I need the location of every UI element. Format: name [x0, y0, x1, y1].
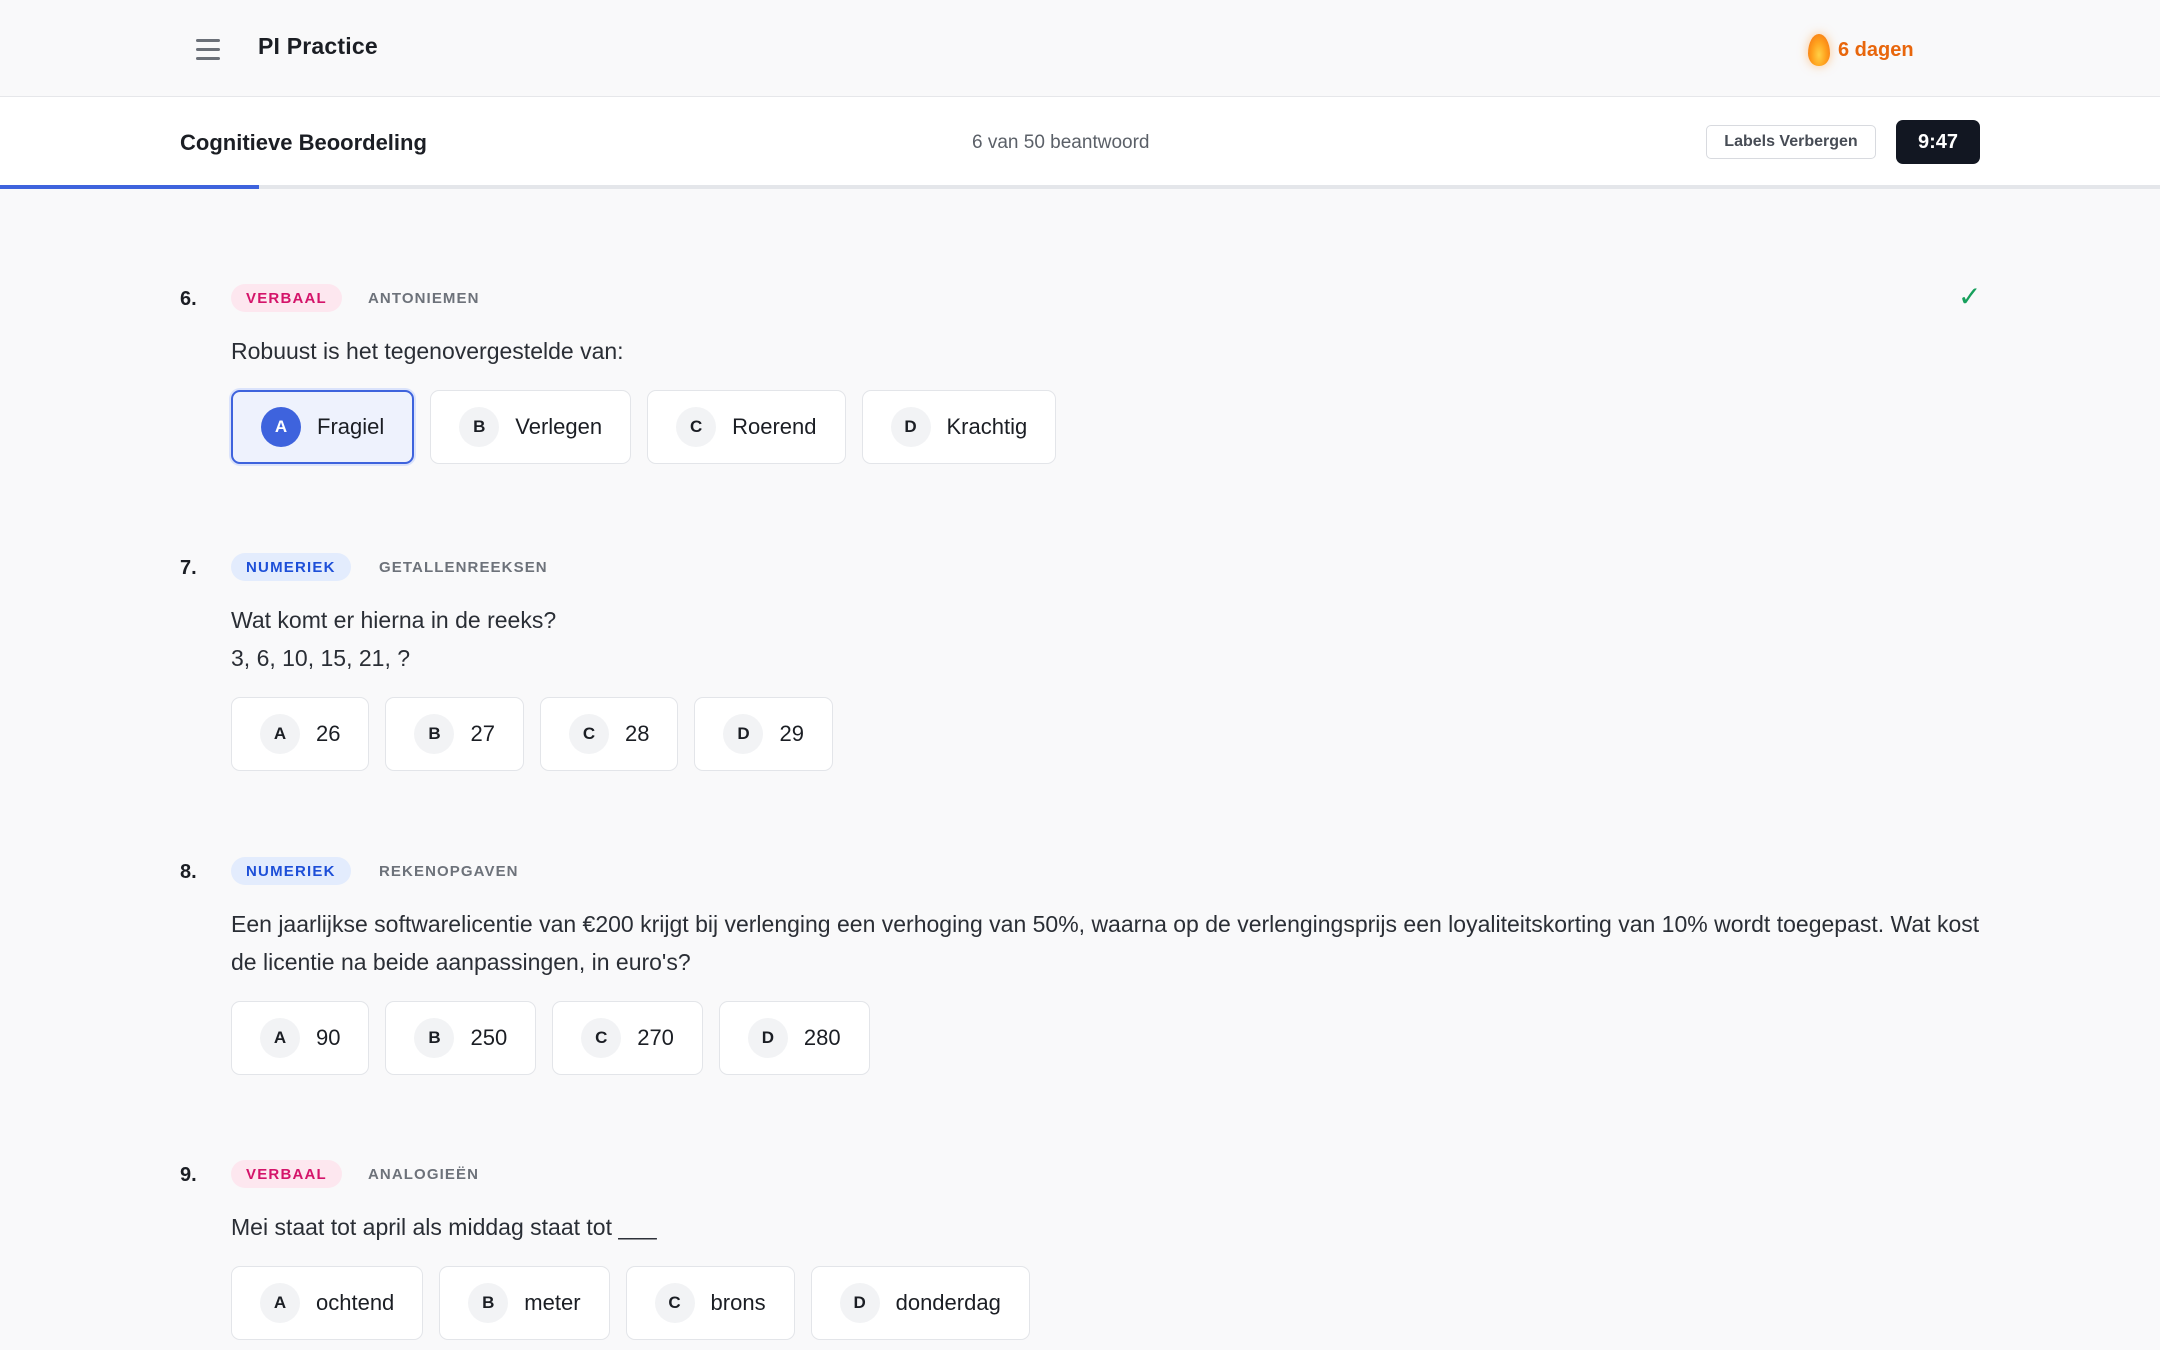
question-number: 6. — [180, 288, 197, 310]
option-a[interactable]: A Fragiel — [231, 390, 415, 464]
top-app-bar: PI Practice 6 dagen — [0, 0, 2160, 97]
option-b[interactable]: B 27 — [385, 697, 524, 771]
option-text: meter — [524, 1290, 581, 1315]
option-b[interactable]: B 250 — [385, 1001, 537, 1075]
subcategory-label: ANTONIEMEN — [368, 290, 480, 307]
option-letter: D — [839, 1283, 880, 1323]
option-letter: C — [568, 714, 609, 754]
flame-icon — [1808, 34, 1830, 66]
question-text: Robuust is het tegenovergestelde van: — [231, 338, 624, 364]
option-letter: D — [747, 1018, 788, 1058]
question-text: Een jaarlijkse softwarelicentie van €200… — [231, 911, 1980, 975]
option-text: 280 — [803, 1025, 841, 1050]
option-d[interactable]: D 29 — [694, 697, 833, 771]
option-d[interactable]: D Krachtig — [861, 390, 1057, 464]
answer-options: A 26 B 27 C 28 D 29 — [231, 697, 1980, 771]
option-text: 250 — [470, 1025, 508, 1050]
option-letter: C — [581, 1018, 622, 1058]
answer-options: A 90 B 250 C 270 D 280 — [231, 1001, 1980, 1075]
option-letter: C — [676, 407, 717, 447]
option-letter: D — [723, 714, 764, 754]
option-letter: B — [459, 407, 500, 447]
subcategory-label: ANALOGIEËN — [368, 1166, 480, 1183]
question-7: 7. NUMERIEK GETALLENREEKSEN Wat komt er … — [180, 553, 1980, 771]
option-text: 90 — [316, 1025, 341, 1050]
option-letter: A — [260, 1283, 300, 1323]
option-letter: D — [890, 407, 931, 447]
hamburger-menu-icon[interactable] — [188, 30, 228, 68]
category-badge: VERBAAL — [231, 284, 342, 312]
option-text: 29 — [779, 721, 804, 746]
option-text: 28 — [624, 721, 650, 746]
question-6: 6. VERBAAL ANTONIEMEN ✓ Robuust is het t… — [180, 281, 1981, 464]
quiz-title: Cognitieve Beoordeling — [180, 130, 427, 155]
answered-check-icon: ✓ — [1958, 281, 1982, 312]
progress-bar — [0, 185, 260, 189]
streak-label: 6 dagen — [1838, 38, 1914, 61]
question-number: 8. — [180, 861, 197, 883]
option-text: Fragiel — [317, 414, 385, 439]
option-letter: C — [654, 1283, 695, 1323]
option-b[interactable]: B meter — [439, 1266, 610, 1340]
option-text: Krachtig — [946, 414, 1028, 439]
option-text: brons — [710, 1290, 766, 1315]
option-c[interactable]: C 270 — [552, 1001, 703, 1075]
option-text: Verlegen — [515, 414, 603, 439]
option-c[interactable]: C Roerend — [647, 390, 846, 464]
question-text: Mei staat tot april als middag staat tot… — [231, 1214, 657, 1240]
option-text: Roerend — [732, 414, 817, 439]
answer-options: A ochtend B meter C brons D donderdag — [231, 1266, 1980, 1340]
category-badge: VERBAAL — [231, 1160, 342, 1188]
option-a[interactable]: A 26 — [231, 697, 370, 771]
category-badge: NUMERIEK — [231, 553, 351, 581]
option-b[interactable]: B Verlegen — [430, 390, 632, 464]
option-letter: B — [414, 714, 455, 754]
app-title: PI Practice — [258, 33, 378, 59]
subcategory-label: GETALLENREEKSEN — [379, 559, 548, 576]
category-badge: NUMERIEK — [231, 857, 351, 885]
answered-count: 6 van 50 beantwoord — [972, 132, 1150, 153]
question-sequence: 3, 6, 10, 15, 21, ? — [231, 645, 411, 671]
timer: 9:47 — [1896, 120, 1980, 164]
question-text: Wat komt er hierna in de reeks? 3, 6, 10… — [231, 601, 1980, 677]
option-text: ochtend — [316, 1290, 395, 1315]
question-8: 8. NUMERIEK REKENOPGAVEN Een jaarlijkse … — [180, 857, 1980, 1075]
option-c[interactable]: C 28 — [539, 697, 679, 771]
option-text: 27 — [470, 721, 495, 746]
option-letter: A — [260, 714, 300, 754]
option-text: 26 — [316, 721, 341, 746]
option-letter: A — [261, 407, 301, 447]
option-a[interactable]: A ochtend — [231, 1266, 424, 1340]
option-c[interactable]: C brons — [625, 1266, 795, 1340]
option-a[interactable]: A 90 — [231, 1001, 370, 1075]
question-9: 9. VERBAAL ANALOGIEËN Mei staat tot apri… — [180, 1160, 1980, 1340]
question-text-line: Wat komt er hierna in de reeks? — [231, 607, 557, 633]
question-number: 9. — [180, 1164, 197, 1186]
question-number: 7. — [180, 557, 197, 579]
option-letter: A — [260, 1018, 300, 1058]
option-d[interactable]: D 280 — [718, 1001, 870, 1075]
option-letter: B — [468, 1283, 509, 1323]
quiz-header: Cognitieve Beoordeling 6 van 50 beantwoo… — [0, 97, 2160, 189]
answer-options: A Fragiel B Verlegen C Roerend D Krachti… — [231, 390, 1980, 464]
subcategory-label: REKENOPGAVEN — [379, 863, 519, 880]
option-d[interactable]: D donderdag — [810, 1266, 1030, 1340]
option-text: donderdag — [895, 1290, 1001, 1315]
hide-labels-button[interactable]: Labels Verbergen — [1706, 125, 1876, 159]
option-text: 270 — [637, 1025, 674, 1050]
option-letter: B — [414, 1018, 455, 1058]
streak-indicator: 6 dagen — [1808, 32, 1914, 68]
